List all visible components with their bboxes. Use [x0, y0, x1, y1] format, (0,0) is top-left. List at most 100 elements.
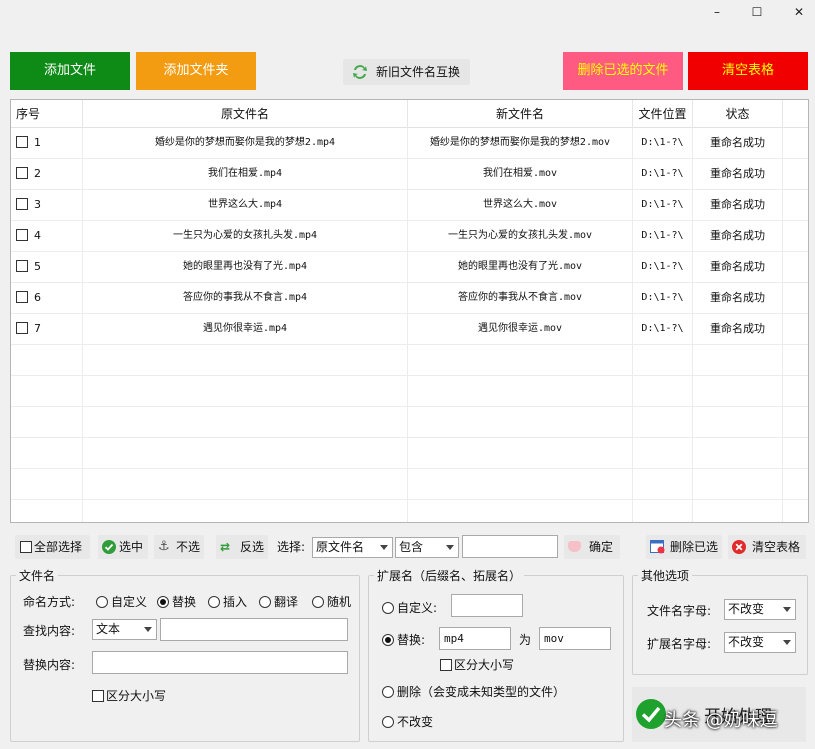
table-row[interactable]: 6 答应你的事我从不食言.mp4 答应你的事我从不食言.mov D:\1-?\ 重命名成…: [11, 283, 808, 314]
checkbox-icon: [20, 540, 32, 553]
row-index-text: 3: [34, 198, 41, 211]
row-location: D:\1-?\: [633, 159, 693, 190]
empty-cell: [83, 376, 408, 407]
row-checkbox[interactable]: [16, 322, 28, 334]
invert-button[interactable]: ⇄ 反选: [216, 535, 268, 559]
row-checkbox[interactable]: [16, 260, 28, 272]
select-button[interactable]: 选中: [98, 535, 148, 559]
row-location: D:\1-?\: [633, 221, 693, 252]
replace-content-input[interactable]: [92, 651, 348, 674]
operator-select[interactable]: 包含: [395, 537, 459, 558]
ext-delete-label: 删除（会变成未知类型的文件）: [397, 685, 566, 699]
naming-mode-label: 替换: [172, 595, 197, 609]
chevron-down-icon: [783, 607, 791, 612]
empty-table-row: [11, 407, 808, 438]
row-index: 5: [11, 252, 83, 283]
filename-letter-select[interactable]: 不改变: [724, 599, 796, 620]
ext-delete-radio[interactable]: 删除（会变成未知类型的文件）: [382, 683, 565, 700]
ext-letter-select[interactable]: 不改变: [724, 632, 796, 653]
find-content-input[interactable]: [160, 618, 348, 641]
row-status: 重命名成功: [693, 283, 783, 314]
row-status: 重命名成功: [693, 314, 783, 345]
invert-arrows-icon: ⇄: [220, 540, 231, 554]
extension-group-title: 扩展名（后缀名、拓展名）: [374, 567, 525, 584]
add-folder-button[interactable]: 添加文件夹: [136, 52, 256, 90]
delete-selected-files-button[interactable]: 删除已选的文件: [563, 52, 683, 90]
empty-cell: [11, 376, 83, 407]
empty-cell: [408, 407, 633, 438]
file-table[interactable]: 序号 原文件名 新文件名 文件位置 状态 1 婚纱是你的梦想而娶你是我的梦想2.m…: [10, 99, 809, 523]
row-checkbox[interactable]: [16, 136, 28, 148]
ext-case-checkbox[interactable]: 区分大小写: [440, 656, 514, 673]
filter-input[interactable]: [462, 535, 558, 558]
header-location[interactable]: 文件位置: [633, 100, 693, 128]
ext-nochange-radio[interactable]: 不改变: [382, 713, 433, 730]
confirm-button[interactable]: 确定: [564, 535, 620, 559]
naming-mode-label: 插入: [223, 595, 248, 609]
clear-table-button[interactable]: 清空表格: [688, 52, 808, 90]
find-type-select[interactable]: 文本: [92, 619, 157, 640]
row-new-name: 遇见你很幸运.mov: [408, 314, 633, 345]
naming-mode-radio[interactable]: 替换: [157, 593, 196, 610]
ext-custom-input[interactable]: [451, 594, 523, 617]
unselect-button[interactable]: ⚓ 不选: [154, 535, 204, 559]
header-status[interactable]: 状态: [693, 100, 783, 128]
row-index: 6: [11, 283, 83, 314]
naming-mode-radio[interactable]: 插入: [208, 593, 247, 610]
filename-letter-label: 文件名字母:: [647, 604, 712, 618]
table-row[interactable]: 2 我们在相爱.mp4 我们在相爱.mov D:\1-?\ 重命名成功: [11, 159, 808, 190]
row-checkbox[interactable]: [16, 229, 28, 241]
row-status: 重命名成功: [693, 128, 783, 159]
radio-selected-icon: [382, 633, 394, 646]
row-index: 3: [11, 190, 83, 221]
empty-cell: [633, 345, 693, 376]
ext-custom-radio[interactable]: 自定义:: [382, 599, 437, 616]
header-new-name[interactable]: 新文件名: [408, 100, 633, 128]
ext-replace-radio[interactable]: 替换:: [382, 631, 425, 648]
table-row[interactable]: 5 她的眼里再也没有了光.mp4 她的眼里再也没有了光.mov D:\1-?\ 重命名成…: [11, 252, 808, 283]
empty-cell: [693, 376, 783, 407]
empty-cell: [83, 438, 408, 469]
table-row[interactable]: 3 世界这么大.mp4 世界这么大.mov D:\1-?\ 重命名成功: [11, 190, 808, 221]
add-file-button[interactable]: 添加文件: [10, 52, 130, 90]
radio-selected-icon: [157, 595, 169, 608]
select-all-checkbox[interactable]: 全部选择: [15, 535, 90, 559]
empty-cell: [693, 345, 783, 376]
confirm-label: 确定: [589, 540, 614, 554]
minimize-button[interactable]: –: [702, 3, 732, 21]
check-circle-icon: [102, 540, 116, 554]
close-button[interactable]: ✕: [784, 3, 814, 21]
anchor-icon: ⚓: [158, 539, 170, 554]
header-original-name[interactable]: 原文件名: [83, 100, 408, 128]
table-row[interactable]: 4 一生只为心爱的女孩扎头发.mp4 一生只为心爱的女孩扎头发.mov D:\1-?\…: [11, 221, 808, 252]
swap-icon: [353, 65, 367, 79]
header-index[interactable]: 序号: [11, 100, 83, 128]
field-select[interactable]: 原文件名: [312, 537, 393, 558]
naming-mode-radio[interactable]: 随机: [312, 593, 351, 610]
empty-cell: [11, 438, 83, 469]
field-select-value: 原文件名: [316, 540, 365, 554]
empty-cell: [11, 407, 83, 438]
clear-table-small-button[interactable]: 清空表格: [728, 535, 806, 559]
row-checkbox[interactable]: [16, 291, 28, 303]
empty-cell: [408, 345, 633, 376]
empty-cell: [83, 407, 408, 438]
naming-mode-radio[interactable]: 翻译: [259, 593, 298, 610]
invert-label: 反选: [240, 540, 265, 554]
naming-mode-radio[interactable]: 自定义: [96, 593, 147, 610]
maximize-button[interactable]: ☐: [742, 3, 772, 21]
swap-names-button[interactable]: 新旧文件名互换: [343, 59, 470, 85]
row-original-name: 她的眼里再也没有了光.mp4: [83, 252, 408, 283]
empty-table-row: [11, 438, 808, 469]
empty-table-row: [11, 345, 808, 376]
ext-replace-to-input[interactable]: mov: [539, 627, 611, 650]
row-checkbox[interactable]: [16, 198, 28, 210]
ext-replace-from-input[interactable]: mp4: [439, 627, 511, 650]
filename-case-checkbox[interactable]: 区分大小写: [92, 687, 166, 704]
table-row[interactable]: 7 遇见你很幸运.mp4 遇见你很幸运.mov D:\1-?\ 重命名成功: [11, 314, 808, 345]
select-label: 选中: [119, 540, 144, 554]
table-row[interactable]: 1 婚纱是你的梦想而娶你是我的梦想2.mp4 婚纱是你的梦想而娶你是我的梦想2.mo…: [11, 128, 808, 159]
delete-selected-button[interactable]: 删除已选: [646, 535, 722, 559]
row-checkbox[interactable]: [16, 167, 28, 179]
watermark-text: 头条 @奶味逗: [664, 710, 778, 731]
